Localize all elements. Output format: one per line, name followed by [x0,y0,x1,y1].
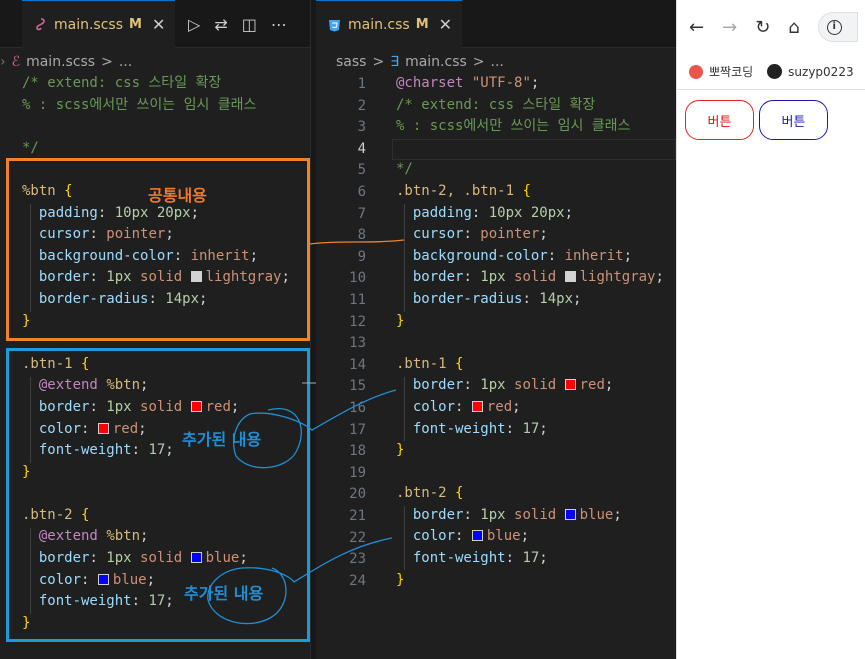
css-file-icon [329,19,340,31]
line-number: 19 [349,464,366,481]
github-icon [767,64,783,79]
sass-file-icon: ℰ [11,54,21,70]
breadcrumb-sep: > [472,54,485,70]
run-icon[interactable]: ▷ [188,15,200,34]
line-number: 15 [349,378,366,395]
line-number: 13 [349,335,366,352]
bookmark-favicon-icon [689,64,703,79]
modified-badge: M [129,17,142,32]
line-number: 9 [357,248,366,265]
breadcrumb: › ℰ main.scss > ... [0,48,138,76]
breadcrumb-more[interactable]: ... [491,54,504,70]
scss-tab-bar: main.scss M ✕ ▷ ⇄ ◫ ⋯ [0,0,310,48]
bookmarks-bar: 뽀짝코딩 suzyp0223 [677,54,865,90]
more-icon[interactable]: ⋯ [271,15,287,34]
tab-label: main.scss [54,16,124,33]
common-content-label: 공통내용 [148,186,207,205]
breadcrumb-sep: > [372,54,385,70]
line-number: 1 [357,76,366,92]
line-number: 14 [349,356,366,373]
site-info-icon[interactable]: i [826,19,842,35]
line-number: 8 [357,227,366,244]
line-number: 7 [357,205,366,222]
editor-actions: ▷ ⇄ ◫ ⋯ [188,0,287,48]
css-file-icon: ∃ [390,54,400,70]
tab-main-scss[interactable]: main.scss M ✕ [22,0,176,48]
bookmark-item[interactable]: suzyp0223 [767,64,854,79]
added-content-box [6,348,310,642]
home-icon[interactable]: ⌂ [788,17,799,38]
line-number: 12 [349,313,366,330]
breadcrumb-more[interactable]: ... [119,54,132,70]
line-number: 20 [349,486,366,503]
back-icon[interactable]: ← [689,17,704,38]
breadcrumb-sep: > [101,54,113,70]
address-bar[interactable]: i [817,12,858,42]
line-number: 17 [349,421,366,438]
added-content-label-2: 추가된 내용 [184,584,264,603]
added-content-label-1: 추가된 내용 [182,430,262,449]
line-number: 23 [349,551,366,568]
line-number: 16 [349,400,366,416]
line-number: 10 [349,270,366,287]
tab-label: main.css [348,16,410,33]
scss-editor-pane: main.scss M ✕ ▷ ⇄ ◫ ⋯ › ℰ main.scss > ..… [0,0,310,659]
chevron-right-icon: › [0,54,6,70]
compare-icon[interactable]: ⇄ [214,15,227,34]
tab-main-css[interactable]: main.css M ✕ [316,0,463,48]
line-number: 6 [357,184,366,200]
btn-2[interactable]: 버튼 [759,100,828,140]
split-editor-icon[interactable]: ◫ [242,15,257,34]
sass-file-icon [36,17,45,30]
css-tab-bar: main.css M ✕ [316,0,676,48]
line-number: 21 [349,508,366,524]
browser-toolbar: ← → ↻ ⌂ i [677,0,865,54]
breadcrumb-file[interactable]: main.scss [26,54,95,70]
breadcrumb: sass > ∃ main.css > ... [336,48,510,76]
forward-icon[interactable]: → [722,17,737,38]
line-number: 11 [349,292,366,308]
browser-window: ← → ↻ ⌂ i 뽀짝코딩 suzyp0223 버튼 버튼 [676,0,865,659]
breadcrumb-folder[interactable]: sass [336,54,366,70]
bookmark-item[interactable]: 뽀짝코딩 [689,63,753,80]
reload-icon[interactable]: ↻ [755,17,770,38]
close-icon[interactable]: ✕ [439,15,452,34]
line-number: 3 [357,119,366,136]
line-number: 5 [357,162,366,179]
close-icon[interactable]: ✕ [152,15,165,34]
css-code[interactable]: @charset "UTF-8"; /* extend: css 스타일 확장 … [396,73,664,591]
breadcrumb-file[interactable]: main.css [405,54,467,70]
btn-1[interactable]: 버튼 [685,100,754,140]
modified-badge: M [415,17,429,32]
line-number: 18 [349,443,366,460]
line-number: 22 [349,529,366,546]
line-number: 2 [357,97,366,114]
line-number: 4 [357,140,366,157]
line-number: 24 [349,572,366,589]
